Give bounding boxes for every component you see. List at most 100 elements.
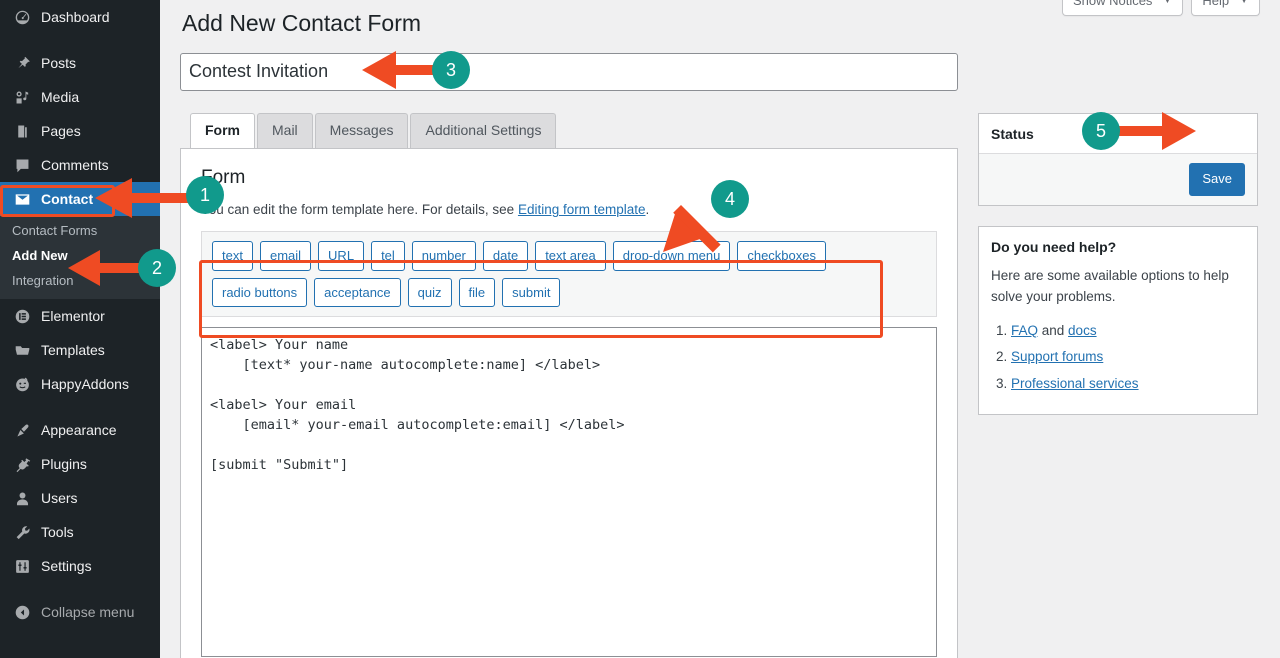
desc-text-after: . [645,202,650,218]
tag-button-submit[interactable]: submit [502,277,561,308]
status-box-footer: Save [979,152,1257,205]
form-panel: Form You can edit the form template here… [180,148,958,658]
tag-button-url[interactable]: URL [318,241,365,271]
media-icon [12,87,32,107]
contact-submenu: Contact Forms Add New Integration [0,216,160,299]
professional-services-link[interactable]: Professional services [1011,376,1139,391]
screen-root: Dashboard Posts Media Pages Comments Con… [0,0,1280,658]
happy-face-icon [12,374,32,394]
sidebar-item-pages[interactable]: Pages [0,114,160,148]
help-label: Help [1202,0,1230,8]
right-column: Status Save Do you need help? Here are s… [978,112,1258,435]
brush-icon [12,420,32,440]
sidebar-item-posts[interactable]: Posts [0,46,160,80]
sidebar-item-tools[interactable]: Tools [0,515,160,549]
tag-button-date[interactable]: date [482,241,529,271]
sliders-icon [12,556,32,576]
show-notices-label: Show Notices [1072,0,1153,8]
sidebar-item-media[interactable]: Media [0,80,160,114]
elementor-icon [12,306,32,326]
sidebar-item-label: Posts [41,55,77,71]
tab-mail[interactable]: Mail [257,112,313,149]
submenu-item-contact-forms[interactable]: Contact Forms [0,218,160,243]
help-box: Do you need help? Here are some availabl… [978,225,1258,415]
sidebar-item-comments[interactable]: Comments [0,148,160,182]
sidebar-item-label: Contact [41,191,94,207]
sidebar-item-users[interactable]: Users [0,481,160,515]
sidebar-item-settings[interactable]: Settings [0,549,160,583]
content-columns: Form Mail Messages Additional Settings F… [180,112,1260,658]
status-box-title: Status [991,125,1034,142]
save-button[interactable]: Save [1189,163,1245,196]
faq-link[interactable]: FAQ [1011,323,1038,338]
sidebar-item-appearance[interactable]: Appearance [0,413,160,447]
collapse-arrow-icon [12,602,32,622]
sidebar-item-label: Dashboard [41,9,110,25]
sidebar-item-label: Elementor [41,308,105,324]
sidebar-divider [0,34,160,46]
desc-text-before: You can edit the form template here. For… [201,202,518,218]
tab-form[interactable]: Form [190,112,255,150]
tag-button-tel[interactable]: tel [371,241,405,271]
sidebar-item-dashboard[interactable]: Dashboard [0,0,160,34]
sidebar-item-label: Templates [41,342,105,358]
editing-form-template-link[interactable]: Editing form template [518,202,646,217]
sidebar-divider [0,401,160,413]
sidebar-item-plugins[interactable]: Plugins [0,447,160,481]
wrench-icon [12,522,32,542]
support-forums-link[interactable]: Support forums [1011,349,1103,364]
admin-sidebar: Dashboard Posts Media Pages Comments Con… [0,0,160,658]
submenu-item-integration[interactable]: Integration [0,268,160,293]
tab-messages[interactable]: Messages [314,112,409,149]
help-box-title: Do you need help? [991,238,1117,255]
list-item: FAQ and docs [1011,320,1245,342]
tag-button-radio-buttons[interactable]: radio buttons [212,277,308,308]
tag-button-email[interactable]: email [259,241,312,271]
sidebar-item-label: Users [41,490,78,506]
form-title-input[interactable] [180,52,958,91]
sidebar-item-contact[interactable]: Contact [0,182,160,216]
panel-heading: Form [201,167,246,189]
tag-button-drop-down-menu[interactable]: drop-down menu [612,241,731,271]
top-action-tabs: Show Notices ▼ Help ▼ [1061,0,1260,16]
envelope-icon [12,189,32,209]
plug-icon [12,454,32,474]
sidebar-divider [0,583,160,595]
sidebar-item-happyaddons[interactable]: HappyAddons [0,367,160,401]
tag-button-text-area[interactable]: text area [535,241,606,271]
tag-button-file[interactable]: file [458,277,496,308]
sidebar-item-elementor[interactable]: Elementor [0,299,160,333]
help-box-paragraph: Here are some available options to help … [991,267,1229,304]
tag-button-checkboxes[interactable]: checkboxes [737,241,826,271]
user-icon [12,488,32,508]
help-conjunction: and [1038,322,1069,338]
form-template-textarea[interactable]: <label> Your name [text* your-name autoc… [201,327,937,658]
sidebar-item-templates[interactable]: Templates [0,333,160,367]
docs-link[interactable]: docs [1068,323,1097,338]
tag-button-text[interactable]: text [212,241,253,271]
form-tabs: Form Mail Messages Additional Settings [180,112,958,150]
chevron-down-icon: ▼ [1239,0,1249,6]
submenu-item-add-new[interactable]: Add New [0,243,160,268]
pin-icon [12,53,32,73]
list-item: Professional services [1011,373,1245,395]
sidebar-item-label: Appearance [41,422,117,438]
show-notices-button[interactable]: Show Notices ▼ [1061,0,1184,16]
tab-additional-settings[interactable]: Additional Settings [410,112,557,149]
tag-button-acceptance[interactable]: acceptance [314,277,401,308]
sidebar-item-label: Media [41,89,80,105]
sidebar-item-label: Plugins [41,456,87,472]
sidebar-item-label: Settings [41,558,92,574]
main-content: Show Notices ▼ Help ▼ Add New Contact Fo… [160,0,1280,658]
dashboard-icon [12,7,32,27]
sidebar-item-label: Tools [41,524,74,540]
help-button[interactable]: Help ▼ [1191,0,1260,16]
list-item: Support forums [1011,346,1245,368]
chevron-down-icon: ▼ [1162,0,1173,6]
tag-button-quiz[interactable]: quiz [407,277,452,308]
form-tag-generator-bar: text email URL tel number date text area… [201,231,937,318]
tag-button-number[interactable]: number [411,241,476,271]
folder-icon [12,340,32,360]
sidebar-item-collapse-menu[interactable]: Collapse menu [0,595,160,629]
help-links-list: FAQ and docs Support forums Professional… [1011,320,1245,395]
